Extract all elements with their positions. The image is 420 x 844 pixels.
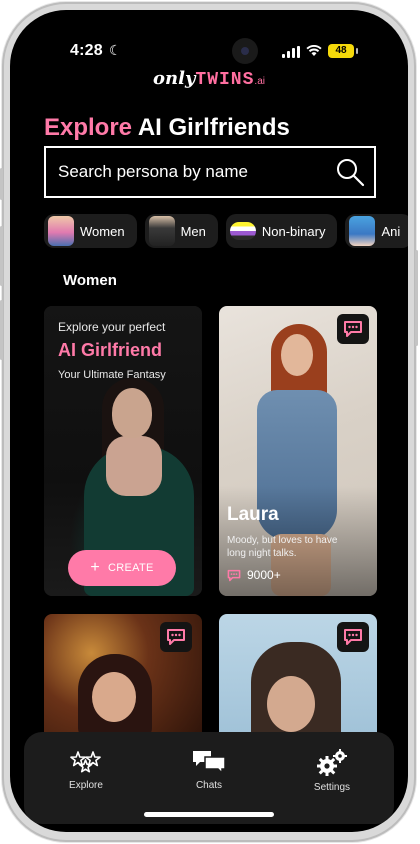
- battery-icon: 48: [328, 44, 358, 58]
- plus-icon: +: [90, 559, 101, 576]
- chat-icon[interactable]: [337, 622, 369, 652]
- home-indicator[interactable]: [144, 812, 274, 817]
- non-binary-flag-icon: [229, 222, 256, 240]
- chip-label: Men: [180, 223, 206, 239]
- category-chips: Women Men Non-binary Ani: [44, 214, 408, 248]
- nav-label: Chats: [195, 780, 223, 791]
- signal-icon: [282, 46, 300, 58]
- app-logo: onlyTWINS.ai: [10, 68, 408, 90]
- persona-card[interactable]: [44, 614, 202, 744]
- chat-icon[interactable]: [337, 314, 369, 344]
- logo-part-2: TWINS: [195, 70, 255, 90]
- logo-part-1: only: [153, 68, 196, 89]
- persona-photo-face: [281, 334, 313, 376]
- create-card-photo-skin: [106, 436, 162, 496]
- section-title: Women: [63, 272, 117, 289]
- create-card-subtitle: Explore your perfect: [58, 320, 166, 334]
- moon-icon: ☾: [109, 42, 122, 58]
- create-card-photo-face: [112, 388, 152, 438]
- front-camera: [232, 38, 258, 64]
- search-bar: [44, 146, 376, 198]
- app-screen: 4:28 ☾ 48 onlyTWINS.ai Explore AI Girlfr…: [10, 10, 408, 832]
- nav-label: Explore: [69, 780, 103, 791]
- side-button-power: [415, 250, 418, 346]
- chip-label: Non-binary: [261, 223, 326, 239]
- chip-label: Women: [80, 223, 125, 239]
- nav-explore[interactable]: Explore: [46, 748, 126, 824]
- men-avatar-icon: [148, 216, 175, 246]
- page-title-rest: AI Girlfriends: [137, 114, 290, 141]
- anime-avatar-icon: [349, 216, 376, 246]
- page-title: Explore AI Girlfriends: [44, 114, 290, 142]
- chip-men[interactable]: Men: [144, 214, 218, 248]
- message-count-icon: [227, 569, 241, 581]
- stars-icon: [70, 751, 101, 773]
- chip-anime[interactable]: Ani: [345, 214, 408, 248]
- persona-card[interactable]: [219, 614, 377, 744]
- wifi-icon: [306, 44, 322, 60]
- chip-non-binary[interactable]: Non-binary: [225, 214, 338, 248]
- chip-label: Ani: [381, 223, 401, 239]
- nav-label: Settings: [313, 782, 351, 793]
- persona-card-laura[interactable]: Laura Moody, but loves to have long nigh…: [219, 306, 377, 596]
- gears-icon: [317, 749, 347, 776]
- persona-name: Laura: [227, 504, 279, 525]
- side-button-volume-up: [0, 226, 3, 286]
- create-card-title: AI Girlfriend: [58, 340, 163, 360]
- chip-women[interactable]: Women: [44, 214, 137, 248]
- side-button-volume-down: [0, 300, 3, 360]
- persona-photo-face: [92, 672, 136, 722]
- logo-part-3: .ai: [254, 76, 265, 87]
- chat-icon[interactable]: [160, 622, 192, 652]
- page-title-accent: Explore: [44, 114, 133, 141]
- search-icon[interactable]: [326, 148, 374, 196]
- create-card-text: Explore your perfect AI Girlfriend Your …: [58, 320, 192, 381]
- create-button-label: CREATE: [108, 562, 154, 574]
- status-time: 4:28: [70, 42, 103, 59]
- women-avatar-icon: [48, 216, 74, 246]
- search-input[interactable]: [46, 148, 326, 196]
- side-button-action: [0, 168, 3, 200]
- create-girlfriend-card[interactable]: Explore your perfect AI Girlfriend Your …: [44, 306, 202, 596]
- nav-settings[interactable]: Settings: [292, 748, 372, 824]
- persona-description: Moody, but loves to have long night talk…: [227, 535, 338, 559]
- create-card-tagline: Your Ultimate Fantasy: [58, 369, 166, 381]
- persona-chat-count: 9000+: [227, 568, 281, 582]
- create-button[interactable]: + CREATE: [68, 550, 176, 586]
- chat-bubbles-icon: [193, 751, 226, 775]
- status-bar: 4:28 ☾ 48: [10, 38, 408, 64]
- bottom-navigation: Explore Chats Settings: [24, 732, 394, 824]
- persona-photo-face: [267, 676, 315, 732]
- persona-count-value: 9000+: [247, 568, 281, 582]
